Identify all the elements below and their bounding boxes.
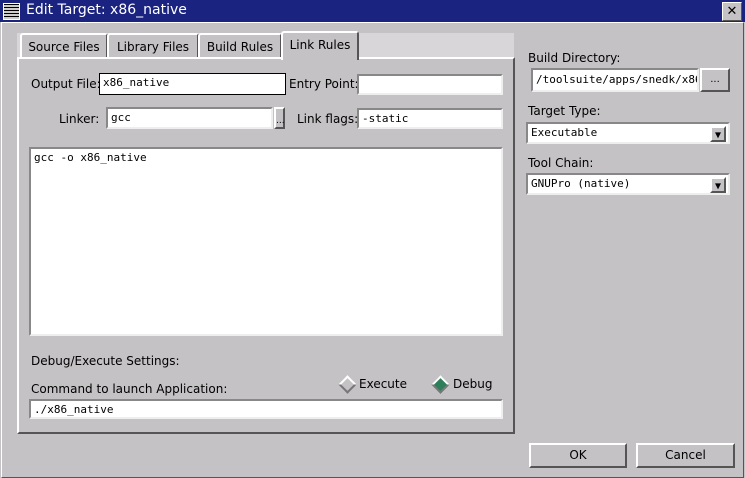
tab-link-rules[interactable]: Link Rules: [281, 31, 359, 60]
window-title: Edit Target: x86_native: [26, 2, 187, 18]
title-bar[interactable]: Edit Target: x86_native ✕: [0, 0, 745, 22]
cancel-button[interactable]: Cancel: [636, 443, 735, 468]
tab-build-rules[interactable]: Build Rules: [198, 33, 282, 59]
tool-chain-value: GNUPro (native): [531, 177, 631, 190]
command-input[interactable]: ./x86_native: [29, 399, 503, 419]
build-directory-input[interactable]: /toolsuite/apps/snedk/x86_native: [531, 68, 699, 92]
build-directory-browse-button[interactable]: ...: [700, 68, 730, 92]
window-menu-icon[interactable]: [3, 3, 20, 20]
entry-point-input[interactable]: [357, 74, 503, 95]
link-flags-input[interactable]: -static: [357, 108, 503, 129]
entry-point-label: Entry Point:: [289, 77, 359, 91]
chevron-down-icon[interactable]: ▼: [710, 126, 726, 142]
command-preview-textarea[interactable]: gcc -o x86_native: [29, 147, 503, 336]
tool-chain-label: Tool Chain:: [528, 156, 594, 170]
debug-settings-label: Debug/Execute Settings:: [31, 354, 180, 368]
close-button[interactable]: ✕: [722, 2, 742, 21]
target-type-value: Executable: [531, 126, 598, 139]
output-file-label: Output File:: [31, 77, 101, 91]
tool-chain-select[interactable]: GNUPro (native) ▼: [526, 173, 730, 195]
linker-label: Linker:: [59, 112, 100, 126]
linker-input[interactable]: gcc: [106, 107, 273, 129]
tab-source-files[interactable]: Source Files: [20, 33, 108, 59]
command-label: Command to launch Application:: [31, 382, 228, 396]
tab-library-files[interactable]: Library Files: [107, 33, 199, 59]
execute-label[interactable]: Execute: [359, 377, 407, 391]
debug-label[interactable]: Debug: [453, 377, 492, 391]
output-file-input[interactable]: x86_native: [99, 73, 286, 95]
target-type-label: Target Type:: [528, 104, 601, 118]
target-type-select[interactable]: Executable ▼: [526, 122, 730, 144]
ok-button[interactable]: OK: [529, 443, 627, 468]
build-directory-label: Build Directory:: [528, 51, 621, 65]
chevron-down-icon[interactable]: ▼: [710, 177, 726, 193]
link-flags-label: Link flags:: [297, 112, 359, 126]
linker-browse-button[interactable]: ...: [274, 107, 285, 129]
